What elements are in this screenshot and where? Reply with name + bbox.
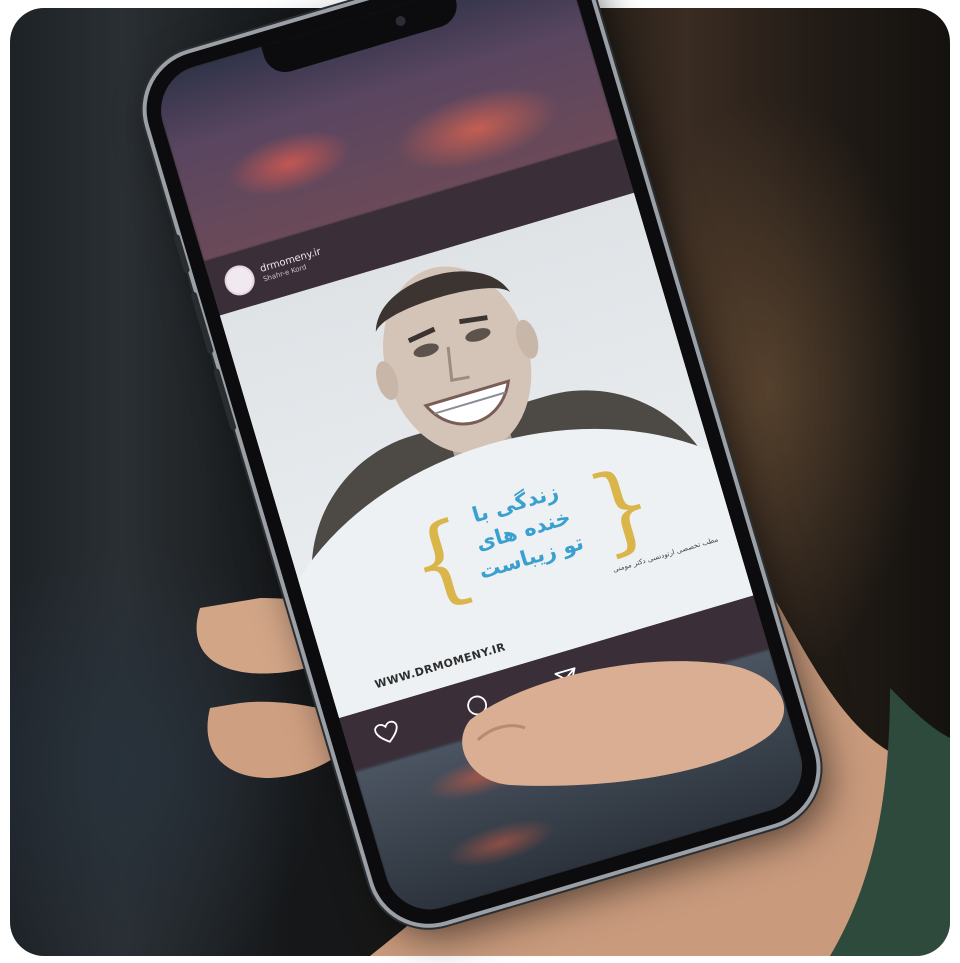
send-icon[interactable]	[553, 666, 582, 694]
avatar[interactable]	[221, 261, 259, 300]
comment-icon[interactable]	[463, 691, 493, 721]
heart-icon[interactable]	[373, 719, 402, 747]
camera	[394, 14, 407, 28]
